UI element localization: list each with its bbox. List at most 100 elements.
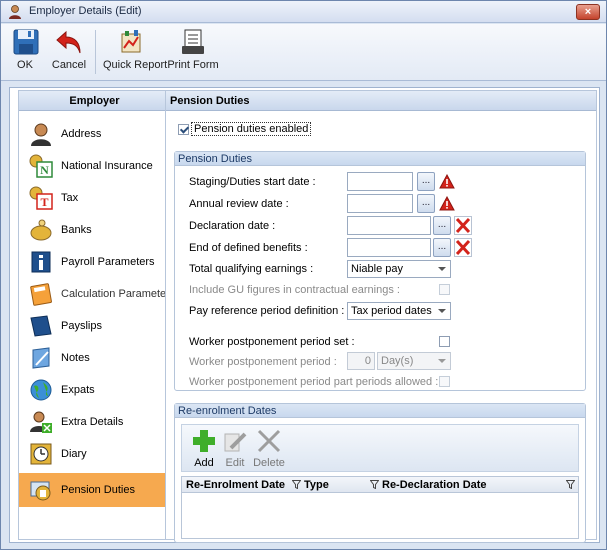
total-qualifying-select[interactable]: Niable pay <box>347 260 451 278</box>
clear-declaration-button[interactable] <box>454 216 472 235</box>
employer-nav-header: Employer <box>19 91 170 111</box>
print-form-button[interactable]: Print Form <box>167 28 219 78</box>
delete-x-icon <box>257 429 281 453</box>
ok-label: OK <box>17 59 33 71</box>
staging-date-picker-button[interactable]: ... <box>417 172 435 191</box>
window-title: Employer Details (Edit) <box>29 5 142 17</box>
svg-text:T: T <box>40 195 48 209</box>
chevron-down-icon <box>438 359 446 363</box>
include-gu-label: Include GU figures in contractual earnin… <box>189 284 400 296</box>
undo-arrow-icon <box>56 30 81 54</box>
title-bar: Employer Details (Edit) × <box>1 1 606 23</box>
svg-text:N: N <box>40 163 49 177</box>
nav-label-payslips: Payslips <box>61 320 102 332</box>
pay-reference-select[interactable]: Tax period dates <box>347 302 451 320</box>
quick-report-icon <box>121 30 141 53</box>
nav-item-national-insurance[interactable]: N National Insurance <box>23 151 168 181</box>
pension-duties-header: Pension Duties <box>166 91 596 111</box>
pension-duties-group: Pension Duties Staging/Duties start date… <box>174 151 586 391</box>
save-disk-icon <box>13 29 39 55</box>
nav-label-pension-duties: Pension Duties <box>61 484 135 496</box>
nav-label-notes: Notes <box>61 352 90 364</box>
pension-enabled-checkbox[interactable] <box>178 124 189 135</box>
delete-label: Delete <box>253 457 285 469</box>
nav-label-expats: Expats <box>61 384 95 396</box>
nav-item-expats[interactable]: Expats <box>23 375 168 405</box>
nav-item-payroll-parameters[interactable]: Payroll Parameters <box>23 247 168 277</box>
nav-item-calculation-parameters[interactable]: Calculation Paramete... <box>23 279 168 309</box>
end-defined-benefits-input[interactable] <box>347 238 431 257</box>
add-button[interactable]: Add <box>190 428 218 469</box>
piggy-bank-icon <box>30 219 52 241</box>
nav-label-calculation-parameters: Calculation Paramete... <box>61 288 165 300</box>
staging-date-input[interactable] <box>347 172 413 191</box>
reenrolment-group-title: Re-enrolment Dates <box>175 404 585 418</box>
nav-item-extra-details[interactable]: Extra Details <box>23 407 168 437</box>
filter-icon[interactable] <box>370 480 379 489</box>
total-qualifying-value: Niable pay <box>351 263 403 275</box>
nav-item-tax[interactable]: T Tax <box>23 183 168 213</box>
worker-postponement-period-label: Worker postponement period : <box>189 356 337 368</box>
worker-postponement-unit-select[interactable]: Day(s) <box>377 352 451 370</box>
filter-icon[interactable] <box>292 480 301 489</box>
clock-icon <box>30 443 52 465</box>
clear-end-defined-benefits-button[interactable] <box>454 238 472 257</box>
nav-label-diary: Diary <box>61 448 87 460</box>
add-label: Add <box>194 457 214 469</box>
reenrolment-toolbar: Add Edit Delete <box>181 424 579 472</box>
column-header-reenrolment-date[interactable]: Re-Enrolment Date <box>186 478 285 492</box>
worker-part-periods-checkbox[interactable] <box>439 376 450 387</box>
ok-button[interactable]: OK <box>13 28 39 78</box>
column-header-redeclaration-date[interactable]: Re-Declaration Date <box>382 478 487 492</box>
end-defined-benefits-label: End of defined benefits : <box>189 242 308 254</box>
nav-item-pension-duties[interactable]: Pension Duties <box>19 473 170 507</box>
nav-item-payslips[interactable]: Payslips <box>23 311 168 341</box>
delete-button[interactable]: Delete <box>252 428 286 469</box>
pension-duties-group-title: Pension Duties <box>175 152 585 166</box>
person-icon <box>31 123 51 146</box>
nav-label-tax: Tax <box>61 192 79 204</box>
staging-date-label: Staging/Duties start date : <box>189 176 316 188</box>
filter-icon[interactable] <box>566 480 575 489</box>
calculator-icon <box>30 283 52 306</box>
edit-button[interactable]: Edit <box>220 428 250 469</box>
end-defined-benefits-picker-button[interactable]: ... <box>433 238 451 257</box>
cancel-button[interactable]: Cancel <box>49 28 89 78</box>
red-x-icon <box>455 239 471 256</box>
globe-icon <box>30 379 52 401</box>
nav-label-payroll-parameters: Payroll Parameters <box>61 256 155 268</box>
nav-item-notes[interactable]: Notes <box>23 343 168 373</box>
nav-item-address[interactable]: Address <box>23 119 168 149</box>
reenrolment-group: Re-enrolment Dates Add Edit Delete Re-En… <box>174 403 586 543</box>
annual-review-picker-button[interactable]: ... <box>417 194 435 213</box>
national-insurance-icon: N <box>29 154 53 178</box>
annual-review-label: Annual review date : <box>189 198 289 210</box>
quick-report-button[interactable]: Quick Report <box>103 28 167 78</box>
info-book-icon <box>31 251 51 273</box>
column-header-type[interactable]: Type <box>304 478 329 492</box>
declaration-date-picker-button[interactable]: ... <box>433 216 451 235</box>
employer-app-icon <box>9 5 21 19</box>
tax-icon: T <box>29 186 53 210</box>
employer-nav-panel: Employer Address N National Insurance T … <box>18 90 171 540</box>
notepad-icon <box>32 347 50 369</box>
toolbar-separator <box>95 30 96 74</box>
reenrolment-grid-body[interactable] <box>181 493 579 539</box>
nav-item-diary[interactable]: Diary <box>23 439 168 469</box>
annual-review-input[interactable] <box>347 194 413 213</box>
close-icon: × <box>584 6 592 18</box>
total-qualifying-label: Total qualifying earnings : <box>189 263 314 275</box>
include-gu-checkbox[interactable] <box>439 284 450 295</box>
chevron-down-icon <box>438 267 446 271</box>
main-toolbar: OK Cancel Quick Report Print Form <box>1 24 606 81</box>
pay-reference-label: Pay reference period definition : <box>189 305 345 317</box>
red-x-icon <box>455 217 471 234</box>
worker-postponement-number[interactable]: 0 <box>347 352 375 370</box>
nav-item-banks[interactable]: Banks <box>23 215 168 245</box>
worker-postponement-set-checkbox[interactable] <box>439 336 450 347</box>
payslip-book-icon <box>30 315 52 337</box>
declaration-date-input[interactable] <box>347 216 431 235</box>
close-button[interactable]: × <box>576 4 600 20</box>
reenrolment-grid-header: Re-Enrolment Date Type Re-Declaration Da… <box>181 476 579 493</box>
worker-part-periods-label: Worker postponement period part periods … <box>189 376 439 388</box>
